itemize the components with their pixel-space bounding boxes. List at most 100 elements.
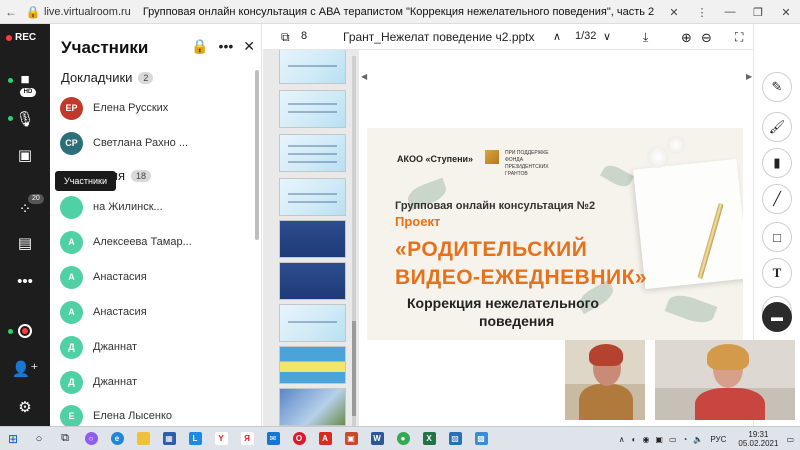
camera-muted-icon[interactable]: ✕ [660,6,688,19]
taskbar-app[interactable]: ▦ [156,427,182,450]
tray-app-icon[interactable]: ◉ [642,435,649,444]
taskbar-app[interactable]: X [416,427,442,450]
settings-button[interactable]: ⚙ [0,392,50,422]
notifications-icon[interactable]: ▭ [786,435,794,444]
screen-share-button[interactable]: ▣ [0,140,50,170]
windows-start-button[interactable]: ⊞ [0,427,26,450]
slide-thumbnail[interactable] [279,346,346,384]
slide-thumbnail[interactable] [279,134,346,172]
rec-indicator[interactable]: REC [6,32,36,43]
zoom-in-icon[interactable]: ⊕ [681,30,692,46]
taskbar-app[interactable]: ✉ [260,427,286,450]
minimize-icon[interactable]: — [716,6,744,18]
task-view-button[interactable]: ⧉ [52,427,78,450]
slide-thumbnail[interactable] [279,262,346,300]
slide-subtitle-line2: поведения [479,313,555,329]
close-icon[interactable]: ✕ [243,38,255,55]
taskbar-app[interactable]: L [182,427,208,450]
taskbar-app[interactable]: ● [390,427,416,450]
more-options-button[interactable]: ••• [0,266,50,296]
slide-thumbnail[interactable] [279,304,346,342]
tray-app-icon[interactable]: ▣ [655,435,663,444]
taskbar-app[interactable]: ▨ [442,427,468,450]
taskbar-app[interactable]: O [286,427,312,450]
lock-icon[interactable]: 🔒 [191,38,208,55]
search-button[interactable]: ○ [26,427,52,450]
clock-time: 19:31 [748,430,769,439]
more-icon[interactable]: ⋮ [688,6,716,19]
windows-taskbar: ⊞ ○ ⧉ ○ e ▦ L Y Я ✉ O A ▣ W ● X ▨ ▩ ∧ ◐ … [0,426,800,450]
pen-tool-button[interactable]: ✎ [762,72,792,102]
browser-url[interactable]: live.virtualroom.ru [44,6,131,18]
clock-date: 05.02.2021 [738,439,779,448]
rectangle-tool-button[interactable]: □ [762,222,792,252]
collapse-left-icon[interactable]: ◀ [361,72,367,81]
download-icon[interactable]: ⤓ [643,30,648,45]
thumbnails-icon[interactable]: ⧉ [281,30,290,45]
fit-screen-icon[interactable]: ⛶ [735,30,743,45]
yandex-y-icon: Y [214,432,228,445]
battery-icon[interactable]: ▭ [669,435,677,444]
slide-thumbnail[interactable] [279,388,346,426]
brush-tool-button[interactable]: 🖌 [762,112,792,142]
notebook-decoration [633,158,743,290]
slide-org: АКОО «Ступени» [397,154,474,164]
avatar: А [60,230,83,254]
keyboard-language[interactable]: РУС [710,435,726,444]
participant-item[interactable]: Д Джаннат [60,370,137,394]
network-icon[interactable]: ◔ [683,435,688,444]
participant-item[interactable]: Д Джаннат [60,335,137,359]
speaker-video-1[interactable] [565,340,645,420]
chat-button[interactable]: ▤ [0,228,50,258]
record-button[interactable] [0,316,50,346]
taskbar-app[interactable] [130,427,156,450]
page-indicator[interactable]: 1/32 [575,30,596,42]
close-window-icon[interactable]: ✕ [772,6,800,19]
taskbar-app[interactable]: ○ [78,427,104,450]
taskbar-app[interactable]: ▣ [338,427,364,450]
taskbar-clock[interactable]: 19:31 05.02.2021 [738,430,778,448]
avatar [60,195,83,219]
zoom-out-icon[interactable]: ⊖ [701,30,712,46]
text-tool-button[interactable]: T [762,258,792,288]
slide-thumbnail[interactable] [279,50,346,84]
participants-count-badge: 20 [28,194,44,204]
participant-item[interactable]: на Жилинск... [60,195,163,219]
collapse-right-icon[interactable]: ▶ [746,72,752,81]
taskbar-app[interactable]: A [312,427,338,450]
taskbar-app[interactable]: Я [234,427,260,450]
taskbar-app[interactable]: Y [208,427,234,450]
taskbar-app[interactable]: ▩ [468,427,494,450]
participants-scrollbar[interactable] [255,70,259,240]
slide-thumbnail[interactable] [279,220,346,258]
slide-thumbnail[interactable] [279,178,346,216]
slide-thumbnail[interactable] [279,90,346,128]
participant-item[interactable]: А Анастасия [60,300,147,324]
speaker-hair [589,344,623,366]
tray-app-icon[interactable]: ◐ [632,435,637,444]
taskbar-app[interactable]: e [104,427,130,450]
volume-icon[interactable]: 🔈 [693,435,703,444]
add-user-button[interactable]: 👤⁺ [0,354,50,384]
next-page-icon[interactable]: ∨ [603,30,611,43]
prev-page-icon[interactable]: ∧ [553,30,561,43]
toggle-tools-button[interactable]: ▬ [762,302,792,332]
participant-item[interactable]: ЕР Елена Русских [60,96,168,120]
participant-item[interactable]: А Алексеева Тамар... [60,230,192,254]
more-icon[interactable]: ••• [219,38,234,55]
taskbar-app[interactable]: W [364,427,390,450]
thumbnails-scrollbar[interactable] [352,56,356,426]
microphone-button[interactable]: 🎙 [0,104,50,134]
speaker-video-2[interactable] [655,340,795,420]
restore-icon[interactable]: ❐ [744,6,772,19]
scroll-thumb[interactable] [352,321,356,416]
marker-tool-button[interactable]: ▮ [762,148,792,178]
line-tool-button[interactable]: ╱ [762,184,792,214]
tray-chevron-icon[interactable]: ∧ [619,435,625,444]
participant-item[interactable]: Е Елена Лысенко [60,404,172,428]
participant-item[interactable]: СР Светлана Рахно ... [60,131,188,155]
panel-title: Участники [61,38,149,57]
back-arrow-icon[interactable]: ← [0,5,22,19]
lock-icon[interactable]: 🔒 [22,5,44,19]
participant-item[interactable]: А Анастасия [60,265,147,289]
